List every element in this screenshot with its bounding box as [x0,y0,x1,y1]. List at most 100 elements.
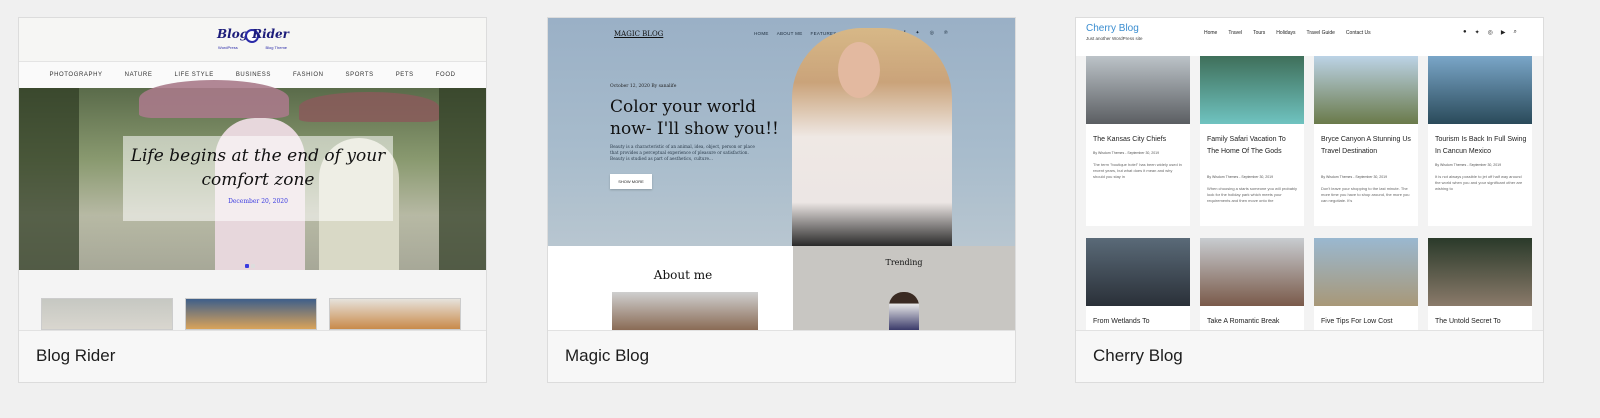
post-image [1428,238,1532,306]
hero-date: December 20, 2020 [228,198,288,205]
post-image [1314,238,1418,306]
theme-preview[interactable]: Cherry Blog Just another WordPress site … [1076,18,1543,330]
post-excerpt: The term "boutique hotel" has been widel… [1093,162,1182,179]
post-title: Tourism Is Back In Full Swing In Cancun … [1435,136,1527,155]
post-meta: By Wisdom Themes - September 30, 2019 [1321,175,1388,179]
post-thumbnail [41,298,173,330]
umbrella-decoration [139,80,289,118]
theme-name: Blog Rider [36,346,116,365]
post-title: Family Safari Vacation To The Home Of Th… [1207,136,1286,155]
cherry-blog-logo: Cherry Blog [1086,23,1139,34]
card-footer: Cherry Blog [1076,330,1543,382]
instagram-icon: ◎ [1487,30,1493,36]
nav-item: NATURE [124,72,153,78]
post-card: Take A Romantic Break [1200,238,1304,330]
preview-lower [19,270,486,330]
nav-item: Holidays [1276,30,1296,36]
pinterest-icon: ℗ [943,30,948,36]
nav-item: PHOTOGRAPHY [49,72,103,78]
post-card: Tourism Is Back In Full Swing In Cancun … [1428,56,1532,226]
post-title: From Wetlands To [1093,318,1150,325]
hero-title: Color your world now- I'll show you!! [610,97,779,139]
post-image [1200,56,1304,124]
card-footer: Blog Rider [19,330,486,382]
post-image [1086,56,1190,124]
post-excerpt: Don't leave your shopping to the last mi… [1321,186,1410,203]
logo-text-left: Blog [217,27,249,41]
post-card: The Kansas City Chiefs By Wisdom Themes … [1086,56,1190,226]
card-footer: Magic Blog [548,330,1015,382]
post-thumbnail [185,298,317,330]
nav-item: FOOD [435,72,456,78]
tree-decoration [19,88,79,270]
post-card: The Untold Secret To [1428,238,1532,330]
preview-header: Blog Rider WordPress Blog Theme [19,18,486,62]
nav-item: PETS [395,72,414,78]
youtube-icon: ▶ [1500,30,1506,36]
nav-item: FASHION [292,72,324,78]
hero-overlay: Life begins at the end of your comfort z… [123,136,393,221]
theme-name: Cherry Blog [1093,346,1183,365]
post-image [1314,56,1418,124]
post-meta: By Wisdom Themes - September 30, 2019 [1435,163,1502,167]
site-tagline: Just another WordPress site [1086,36,1143,41]
post-image [1086,238,1190,306]
post-meta: By Wisdom Themes - September 30, 2019 [1093,151,1160,155]
post-title: The Untold Secret To [1435,318,1501,325]
theme-name: Magic Blog [565,346,650,365]
nav-item: HOME [754,31,769,36]
nav-item: Home [1204,30,1218,36]
trending-heading: Trending [885,258,923,267]
preview-header: Cherry Blog Just another WordPress site … [1076,18,1543,48]
nav-item: Tours [1253,30,1266,36]
posts-grid: The Kansas City Chiefs By Wisdom Themes … [1076,56,1543,330]
post-title: Take A Romantic Break [1207,318,1280,325]
hero-image: Life begins at the end of your comfort z… [19,80,486,270]
post-card: Five Tips For Low Cost [1314,238,1418,330]
post-excerpt: When choosing a starts someone you will … [1207,186,1298,203]
post-image [1428,56,1532,124]
umbrella-decoration [299,92,439,122]
blog-rider-logo: Blog Rider WordPress Blog Theme [217,27,289,53]
social-icons: ● ✦ ◎ ▶ ⌕ [1463,29,1517,36]
hero-title: Life begins at the end of your comfort z… [130,146,386,190]
post-meta: October 12, 2020 By sanalife [610,84,677,89]
post-title: Bryce Canyon A Stunning Us Travel Destin… [1321,136,1411,155]
theme-preview[interactable]: MAGIC BLOG HOME ABOUT ME FEATURES BLOG ⌕… [548,18,1015,330]
theme-preview[interactable]: Blog Rider WordPress Blog Theme PHOTOGRA… [19,18,486,330]
nav-item: SPORTS [345,72,374,78]
nav-item: ABOUT ME [776,31,803,36]
theme-card-cherry-blog[interactable]: Cherry Blog Just another WordPress site … [1075,17,1544,383]
hero-section: MAGIC BLOG HOME ABOUT ME FEATURES BLOG ⌕… [548,18,1015,246]
about-image [612,292,758,330]
show-more-button: SHOW MORE [610,174,652,189]
post-title: Five Tips For Low Cost [1321,318,1393,325]
nav-item: Travel [1228,30,1243,36]
theme-card-blog-rider[interactable]: Blog Rider WordPress Blog Theme PHOTOGRA… [18,17,487,383]
magic-blog-logo: MAGIC BLOG [614,30,664,38]
post-card: Family Safari Vacation To The Home Of Th… [1200,56,1304,226]
logo-sub-left: WordPress [218,45,238,50]
trending-section: Trending [793,246,1015,330]
tree-decoration [439,88,486,270]
hero-description: Beauty is a characteristic of an animal,… [610,144,755,161]
post-meta: By Wisdom Themes - September 30, 2019 [1207,175,1274,179]
post-title: The Kansas City Chiefs [1093,136,1167,143]
facebook-icon: ● [1463,29,1467,35]
post-card: From Wetlands To [1086,238,1190,330]
search-icon: ⌕ [1513,29,1517,35]
twitter-icon: ✦ [1474,30,1480,36]
face-decoration [838,42,880,98]
preview-nav: Home Travel Tours Holidays Travel Guide … [1204,30,1371,36]
nav-item: Contact Us [1345,30,1371,36]
about-heading: About me [653,268,713,282]
theme-card-magic-blog[interactable]: MAGIC BLOG HOME ABOUT ME FEATURES BLOG ⌕… [547,17,1016,383]
logo-text-right: Rider [252,27,289,41]
nav-item: Travel Guide [1306,30,1335,36]
post-thumbnail [329,298,461,330]
trending-image [889,292,919,330]
post-excerpt: It is not always possible to jet off hal… [1435,174,1523,191]
about-section: About me [548,246,793,330]
instagram-icon: ◎ [929,30,934,36]
post-image [1200,238,1304,306]
